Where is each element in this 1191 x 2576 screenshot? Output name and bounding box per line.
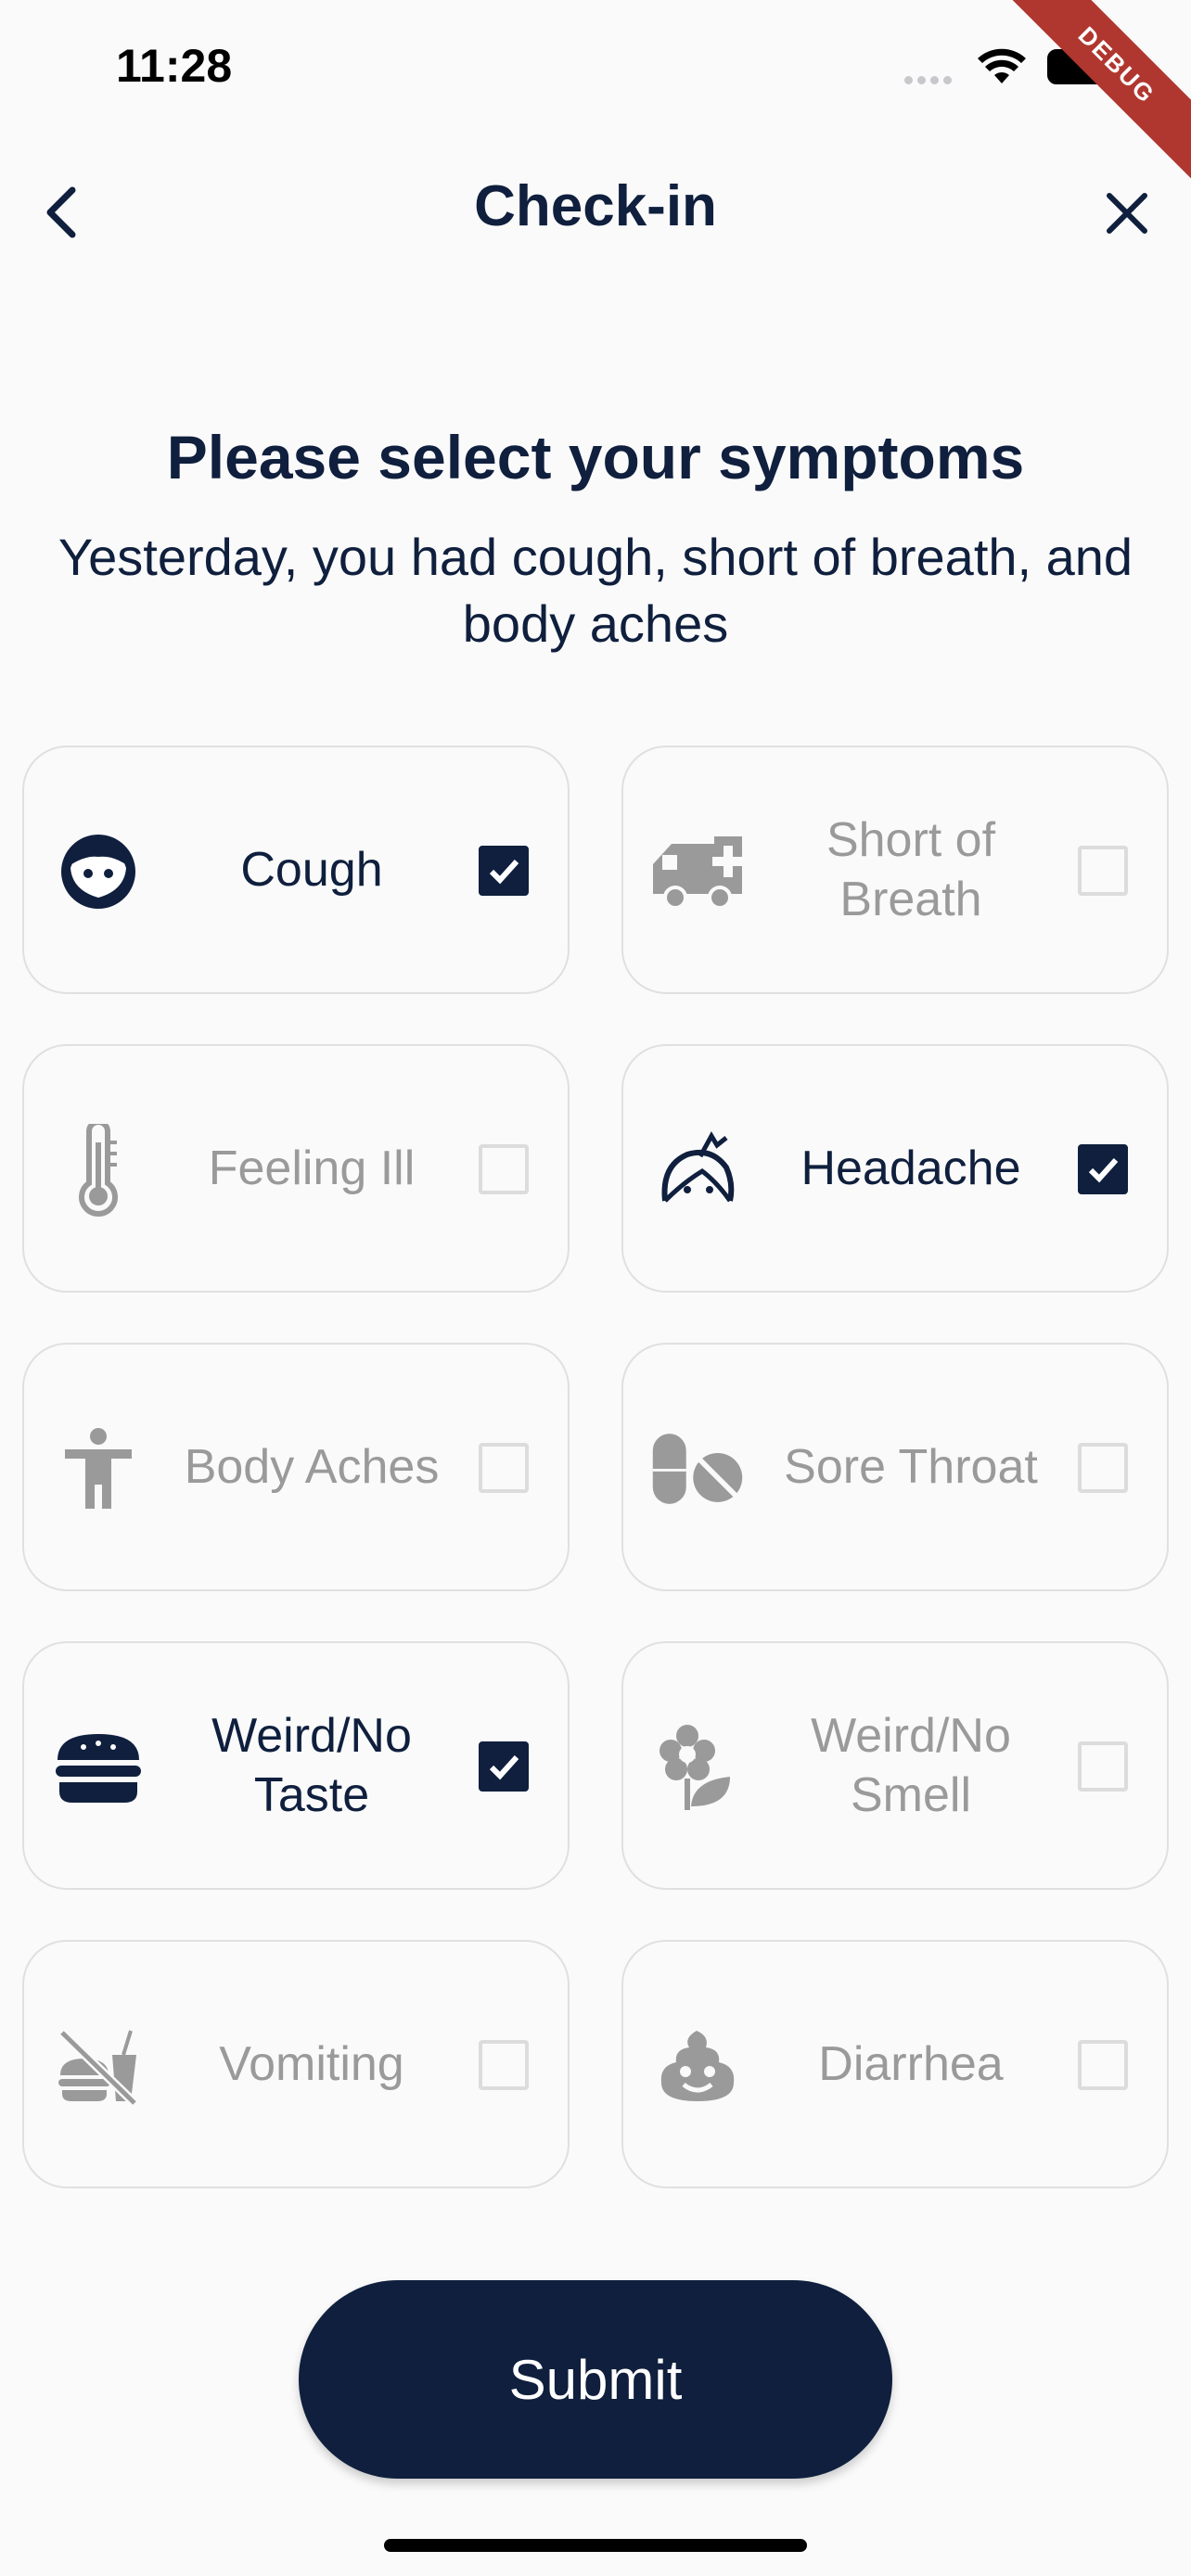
symptom-card-cough[interactable]: Cough bbox=[22, 746, 570, 994]
poop-icon bbox=[649, 2018, 746, 2114]
close-icon bbox=[1107, 193, 1147, 234]
symptom-checkbox[interactable] bbox=[479, 1443, 529, 1493]
pills-icon bbox=[649, 1421, 746, 1517]
symptom-card-feeling-ill[interactable]: Feeling Ill bbox=[22, 1044, 570, 1293]
home-indicator bbox=[384, 2539, 807, 2552]
wifi-icon bbox=[978, 48, 1026, 83]
symptom-checkbox[interactable] bbox=[479, 2040, 529, 2090]
symptom-card-headache[interactable]: Headache bbox=[621, 1044, 1169, 1293]
symptom-checkbox[interactable] bbox=[1078, 1741, 1128, 1792]
symptom-checkbox[interactable] bbox=[1078, 1144, 1128, 1194]
app-header: Check-in bbox=[0, 162, 1191, 255]
flower-icon bbox=[649, 1719, 746, 1816]
no-food-icon bbox=[50, 2018, 147, 2114]
status-time: 11:28 bbox=[116, 40, 233, 92]
yesterday-summary: Yesterday, you had cough, short of breat… bbox=[58, 528, 1133, 653]
symptom-checkbox[interactable] bbox=[479, 846, 529, 896]
symptom-label: Diarrhea bbox=[818, 2037, 1004, 2091]
symptom-checkbox[interactable] bbox=[1078, 2040, 1128, 2090]
close-button[interactable] bbox=[1095, 181, 1159, 246]
face-icon bbox=[50, 823, 147, 920]
symptom-checkbox[interactable] bbox=[479, 1741, 529, 1792]
symptom-label: Feeling Ill bbox=[208, 1141, 416, 1195]
signal-icon bbox=[904, 72, 956, 89]
symptom-label: Weird/No Taste bbox=[211, 1709, 412, 1822]
headache-icon bbox=[649, 1122, 746, 1218]
symptom-card-body-aches[interactable]: Body Aches bbox=[22, 1343, 570, 1591]
symptom-label: Vomiting bbox=[219, 2037, 404, 2091]
symptom-card-vomiting[interactable]: Vomiting bbox=[22, 1940, 570, 2188]
symptom-card-weird-no-taste[interactable]: Weird/No Taste bbox=[22, 1641, 570, 1890]
status-bar: 11:28 bbox=[0, 0, 1191, 139]
symptom-card-sore-throat[interactable]: Sore Throat bbox=[621, 1343, 1169, 1591]
symptom-label: Cough bbox=[240, 843, 383, 897]
submit-button[interactable]: Submit bbox=[299, 2280, 892, 2479]
ambulance-icon bbox=[649, 823, 746, 920]
symptom-label: Short of Breath bbox=[826, 813, 996, 926]
symptom-label: Weird/No Smell bbox=[811, 1709, 1011, 1822]
symptom-label: Headache bbox=[800, 1141, 1021, 1195]
symptom-checkbox[interactable] bbox=[1078, 1443, 1128, 1493]
symptom-label: Sore Throat bbox=[784, 1440, 1038, 1494]
symptom-checkbox[interactable] bbox=[479, 1144, 529, 1194]
person-icon bbox=[50, 1421, 147, 1517]
symptom-card-diarrhea[interactable]: Diarrhea bbox=[621, 1940, 1169, 2188]
symptom-card-short-of-breath[interactable]: Short of Breath bbox=[621, 746, 1169, 994]
symptom-label: Body Aches bbox=[184, 1440, 440, 1494]
symptom-card-weird-no-smell[interactable]: Weird/No Smell bbox=[621, 1641, 1169, 1890]
burger-icon bbox=[50, 1719, 147, 1816]
page-title: Check-in bbox=[474, 174, 717, 238]
symptoms-heading: Please select your symptoms bbox=[166, 423, 1025, 491]
symptom-checkbox[interactable] bbox=[1078, 846, 1128, 896]
thermometer-icon bbox=[50, 1122, 147, 1218]
